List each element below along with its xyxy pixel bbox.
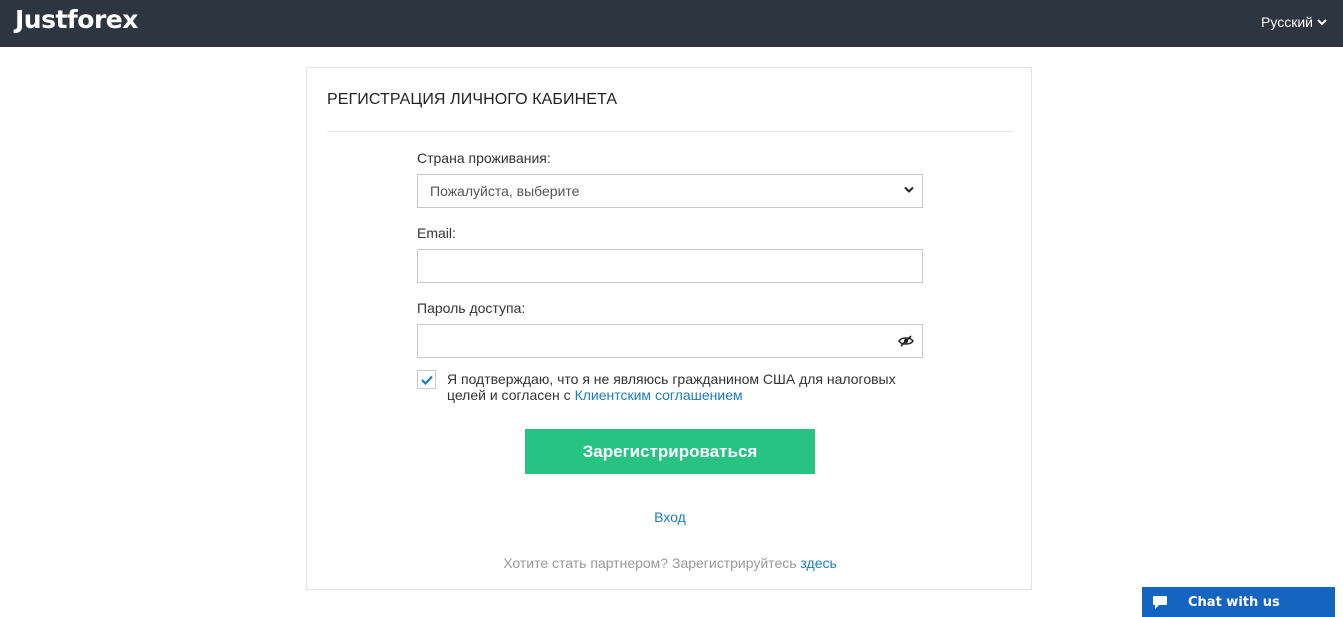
justforex-logo[interactable]: Justforex: [15, 5, 138, 34]
partner-signup-row: Хотите стать партнером? Зарегистрируйтес…: [307, 555, 1033, 571]
login-link-row: Вход: [307, 509, 1033, 525]
partner-text: Хотите стать партнером? Зарегистрируйтес…: [503, 555, 801, 571]
consent-text: Я подтверждаю, что я не являюсь граждани…: [447, 371, 917, 403]
chat-label: Chat with us: [1188, 595, 1280, 610]
top-navbar: Justforex Русский: [0, 0, 1343, 47]
title-divider: [327, 131, 1013, 132]
password-label: Пароль доступа:: [417, 300, 526, 316]
client-agreement-link[interactable]: Клиентским соглашением: [575, 387, 743, 403]
consent-checkbox[interactable]: [417, 370, 436, 389]
email-field[interactable]: [417, 249, 923, 283]
language-selector[interactable]: Русский: [1261, 14, 1327, 30]
chat-bubble-icon: [1153, 596, 1167, 609]
password-field[interactable]: [417, 324, 923, 358]
partner-signup-link[interactable]: здесь: [800, 555, 836, 571]
country-select-value: Пожалуйста, выберите: [430, 183, 580, 199]
email-label: Email:: [417, 225, 456, 241]
country-select[interactable]: Пожалуйста, выберите: [417, 174, 923, 208]
chat-widget-button[interactable]: Chat with us: [1142, 587, 1335, 617]
chevron-down-icon: [1317, 18, 1327, 25]
page-title: РЕГИСТРАЦИЯ ЛИЧНОГО КАБИНЕТА: [327, 91, 618, 108]
country-label: Страна проживания:: [417, 150, 551, 166]
login-link[interactable]: Вход: [654, 509, 686, 525]
chevron-down-icon: [904, 186, 914, 193]
language-label: Русский: [1261, 14, 1313, 30]
register-button[interactable]: Зарегистрироваться: [525, 429, 815, 474]
registration-card: РЕГИСТРАЦИЯ ЛИЧНОГО КАБИНЕТА Страна прож…: [306, 67, 1032, 590]
checkmark-icon: [421, 375, 433, 385]
eye-slash-icon[interactable]: [898, 335, 914, 347]
